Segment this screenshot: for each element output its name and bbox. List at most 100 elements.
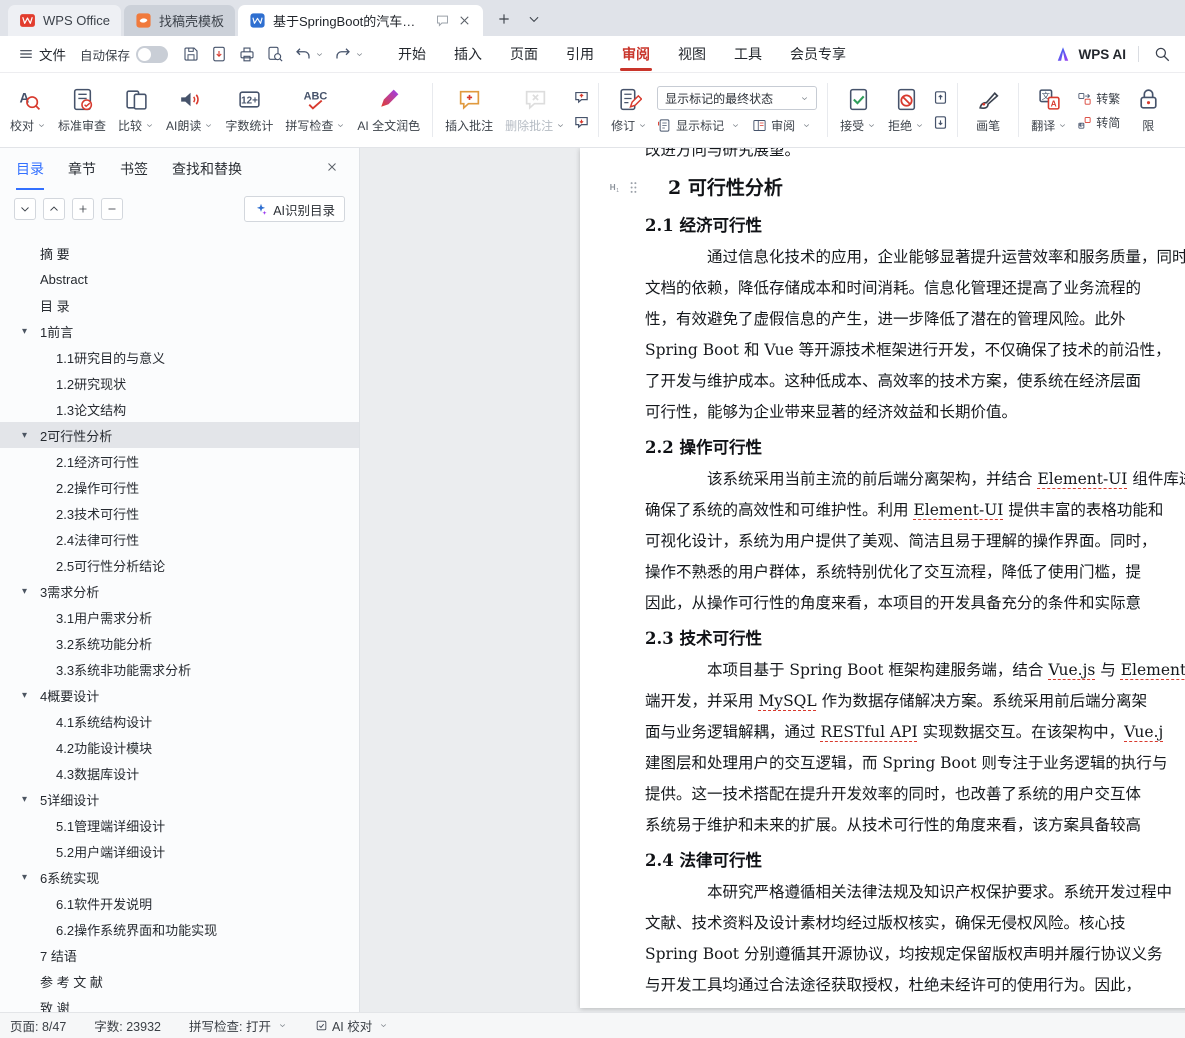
doc-text-line[interactable]: 端开发，并采用 MySQL 作为数据存储解决方案。系统采用前后端分离架 xyxy=(645,686,1185,717)
toc-item[interactable]: ▾1前言 xyxy=(0,318,359,344)
toc-item[interactable]: 1.1研究目的与意义 xyxy=(0,344,359,370)
doc-text-line[interactable]: 通过信息化技术的应用，企业能够显著提升运营效率和服务质量，同时 xyxy=(645,242,1185,273)
doc-text-line[interactable]: 确保了系统的高效性和可维护性。利用 Element-UI 提供丰富的表格功能和 xyxy=(645,495,1185,526)
autosave-toggle[interactable] xyxy=(136,46,168,63)
doc-section-heading[interactable]: 2.2 操作可行性 xyxy=(645,431,1185,464)
doc-text-line[interactable]: 操作不熟悉的用户群体，系统特别优化了交互流程，降低了使用门槛，提 xyxy=(645,557,1185,588)
drag-handle-icon[interactable] xyxy=(626,180,641,195)
toc-item[interactable]: 参 考 文 献 xyxy=(0,968,359,994)
prev-comment-button[interactable] xyxy=(573,89,590,106)
toc-item[interactable]: 4.1系统结构设计 xyxy=(0,708,359,734)
page-indicator[interactable]: 页面: 8/47 xyxy=(10,1016,66,1035)
wps-ai-button[interactable]: WPS AI xyxy=(1054,45,1126,63)
doc-heading-row[interactable]: H1 2 可行性分析 xyxy=(645,170,1185,206)
doc-text-line[interactable]: Spring Boot 分别遵循其开源协议，均按规定保留版权声明并履行协议义务 xyxy=(645,939,1185,970)
toc-item[interactable]: 目 录 xyxy=(0,292,359,318)
toc-item[interactable]: 致 谢 xyxy=(0,994,359,1012)
toc-item[interactable]: 2.4法律可行性 xyxy=(0,526,359,552)
doc-text-line[interactable]: 文档的依赖，降低存储成本和时间消耗。信息化管理还提高了业务流程的 xyxy=(645,273,1185,304)
search-button[interactable] xyxy=(1151,43,1173,65)
document-page[interactable]: 改进方向与研究展望。 H1 2 可行性分析 2.1 经济可行性通过信息化技术的应… xyxy=(580,148,1185,1008)
ribbon-button-restrict-edit[interactable]: 限 xyxy=(1124,77,1172,143)
toc-item[interactable]: 5.1管理端详细设计 xyxy=(0,812,359,838)
toc-item[interactable]: 2.2操作可行性 xyxy=(0,474,359,500)
ribbon-button-standard-review[interactable]: 标准审查 xyxy=(52,77,112,143)
doc-text-line[interactable]: 与开发工具均通过合法途径获取授权，杜绝未经许可的使用行为。因此， xyxy=(645,970,1185,1001)
ribbon-button-reject[interactable]: 拒绝 xyxy=(882,77,930,143)
collapse-arrow-icon[interactable]: ▾ xyxy=(22,326,40,337)
collapse-arrow-icon[interactable]: ▾ xyxy=(22,430,40,441)
toc-item[interactable]: 3.1用户需求分析 xyxy=(0,604,359,630)
toc-item[interactable]: 5.2用户端详细设计 xyxy=(0,838,359,864)
doc-section-heading[interactable]: 2.1 经济可行性 xyxy=(645,209,1185,242)
prev-change-button[interactable] xyxy=(932,89,949,106)
doc-text-line[interactable]: 性，有效避免了虚假信息的产生，进一步降低了潜在的管理风险。此外 xyxy=(645,304,1185,335)
doc-text-line[interactable]: 建图层和处理用户的交互逻辑，而 Spring Boot 则专注于业务逻辑的执行与 xyxy=(645,748,1185,779)
redo-button[interactable] xyxy=(330,42,368,66)
ribbon-button-ai-read[interactable]: AI朗读 xyxy=(160,77,219,143)
new-tab-button[interactable] xyxy=(492,7,516,31)
doc-chapter-heading[interactable]: 2 可行性分析 xyxy=(645,170,1185,206)
pane-tab-2[interactable]: 章节 xyxy=(68,148,96,190)
ribbon-button-review-pane[interactable]: 审阅 xyxy=(752,117,811,134)
pane-tab-3[interactable]: 书签 xyxy=(120,148,148,190)
doc-text-line[interactable]: Spring Boot 和 Vue 等开源技术框架进行开发，不仅确保了技术的前沿… xyxy=(645,335,1185,366)
ribbon-button-show-markup[interactable]: 显示标记 xyxy=(657,117,740,134)
preview-button[interactable] xyxy=(262,42,288,66)
ribbon-tab-6[interactable]: 视图 xyxy=(664,36,720,73)
ribbon-button-translate[interactable]: 文A翻译 xyxy=(1025,77,1073,143)
chevron-up-button[interactable] xyxy=(43,198,65,220)
ribbon-button-ink-pen[interactable]: 画笔 xyxy=(964,77,1012,143)
toc-item[interactable]: 1.3论文结构 xyxy=(0,396,359,422)
toc-item[interactable]: 4.3数据库设计 xyxy=(0,760,359,786)
undo-button[interactable] xyxy=(290,42,328,66)
ai-recognize-toc-button[interactable]: AI识别目录 xyxy=(244,196,345,222)
toc-item[interactable]: ▾6系统实现 xyxy=(0,864,359,890)
doc-text-line[interactable]: 本项目基于 Spring Boot 框架构建服务端，结合 Vue.js 与 El… xyxy=(645,655,1185,686)
ribbon-button-compare[interactable]: 比较 xyxy=(112,77,160,143)
ribbon-button-to-simplified[interactable]: 转简 xyxy=(1077,114,1120,131)
doc-text-line[interactable]: 了开发与维护成本。这种低成本、高效率的技术方案，使系统在经济层面 xyxy=(645,366,1185,397)
ribbon-tab-8[interactable]: 会员专享 xyxy=(776,36,860,73)
ribbon-tab-4[interactable]: 引用 xyxy=(552,36,608,73)
ribbon-tab-3[interactable]: 页面 xyxy=(496,36,552,73)
collapse-arrow-icon[interactable]: ▾ xyxy=(22,690,40,701)
toc-item[interactable]: ▾4概要设计 xyxy=(0,682,359,708)
toc-item[interactable]: 1.2研究现状 xyxy=(0,370,359,396)
toc-item[interactable]: 6.1软件开发说明 xyxy=(0,890,359,916)
window-tab-2[interactable]: 找稿壳模板 xyxy=(124,5,235,36)
ribbon-button-word-count[interactable]: 12+字数统计 xyxy=(219,77,279,143)
collapse-arrow-icon[interactable]: ▾ xyxy=(22,794,40,805)
plus-button[interactable] xyxy=(72,198,94,220)
ribbon-tab-5[interactable]: 审阅 xyxy=(608,36,664,73)
doc-text-line[interactable]: 面与业务逻辑解耦，通过 RESTful API 实现数据交互。在该架构中，Vue… xyxy=(645,717,1185,748)
toc-item[interactable]: 3.3系统非功能需求分析 xyxy=(0,656,359,682)
toc-item[interactable]: 摘 要 xyxy=(0,240,359,266)
file-menu-button[interactable]: 文件 xyxy=(12,40,72,68)
ai-proofread-status[interactable]: AI 校对 xyxy=(315,1016,388,1035)
collapse-arrow-icon[interactable]: ▾ xyxy=(22,586,40,597)
toc-item[interactable]: 2.3技术可行性 xyxy=(0,500,359,526)
toc-item[interactable]: Abstract xyxy=(0,266,359,292)
toc-item[interactable]: 7 结语 xyxy=(0,942,359,968)
toc-item[interactable]: 4.2功能设计模块 xyxy=(0,734,359,760)
save-button[interactable] xyxy=(178,42,204,66)
toc-item[interactable]: ▾5详细设计 xyxy=(0,786,359,812)
ribbon-tab-2[interactable]: 插入 xyxy=(440,36,496,73)
doc-text-line[interactable]: 该系统采用当前主流的前后端分离架构，并结合 Element-UI 组件库进 xyxy=(645,464,1185,495)
close-pane-button[interactable] xyxy=(325,160,343,178)
doc-text-line[interactable]: 改进方向与研究展望。 xyxy=(645,148,1185,166)
markup-state-dropdown[interactable]: 显示标记的最终状态 xyxy=(657,86,817,110)
collapse-arrow-icon[interactable]: ▾ xyxy=(22,872,40,883)
document-canvas[interactable]: 改进方向与研究展望。 H1 2 可行性分析 2.1 经济可行性通过信息化技术的应… xyxy=(360,148,1185,1012)
pane-tab-4[interactable]: 查找和替换 xyxy=(172,148,242,190)
ribbon-button-to-traditional[interactable]: 转繁 xyxy=(1077,90,1120,107)
doc-text-line[interactable]: 可行性，能够为企业带来显著的经济效益和长期价值。 xyxy=(645,397,1185,428)
chevron-down-button[interactable] xyxy=(14,198,36,220)
doc-text-line[interactable]: 可视化设计，系统为用户提供了美观、简洁且易于理解的操作界面。同时， xyxy=(645,526,1185,557)
export-button[interactable] xyxy=(206,42,232,66)
print-button[interactable] xyxy=(234,42,260,66)
ribbon-tab-1[interactable]: 开始 xyxy=(384,36,440,73)
ribbon-tab-7[interactable]: 工具 xyxy=(720,36,776,73)
ribbon-button-track-changes[interactable]: 修订 xyxy=(605,77,653,143)
